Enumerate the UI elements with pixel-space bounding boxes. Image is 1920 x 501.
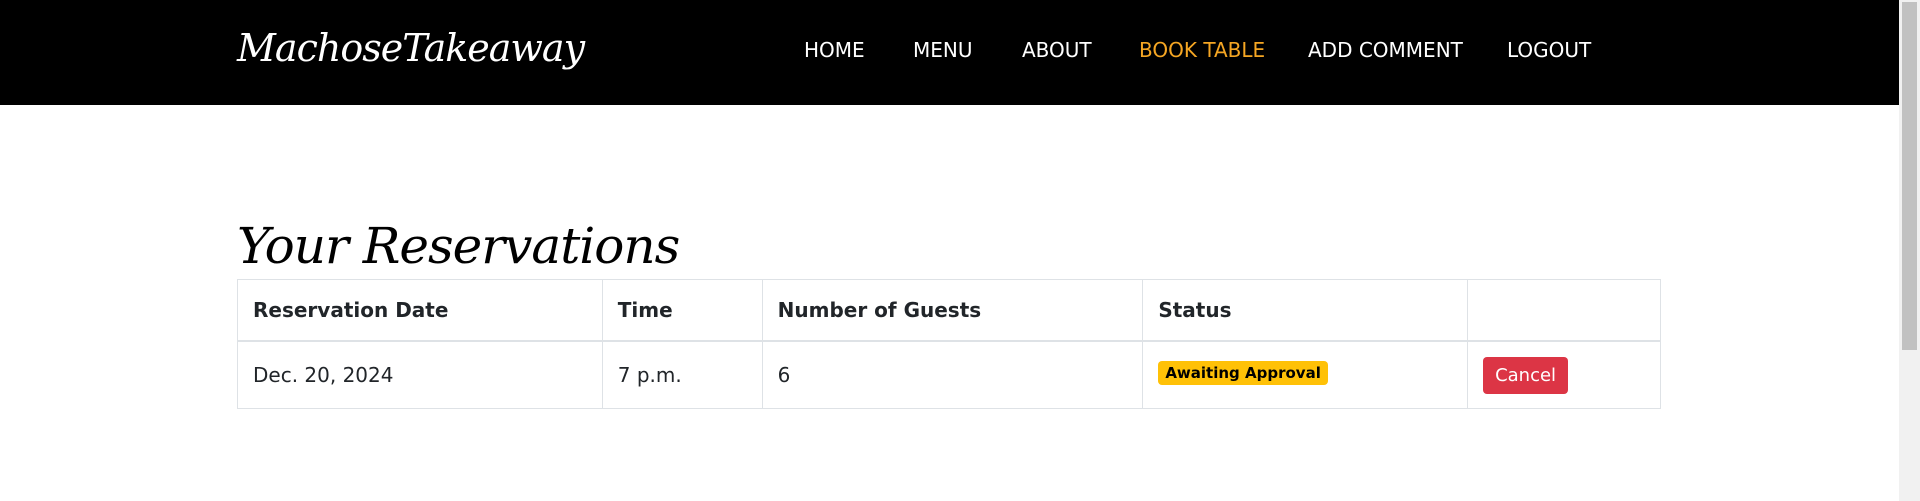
cell-guests: 6 (761, 340, 1144, 409)
cell-reservation-date: Dec. 20, 2024 (237, 340, 603, 409)
cell-time: 7 p.m. (601, 340, 763, 409)
table-header-row: Reservation Date Time Number of Guests S… (237, 279, 1661, 342)
nav-home-link[interactable]: HOME (804, 38, 865, 62)
reservations-table: Reservation Date Time Number of Guests S… (237, 279, 1661, 409)
header-number-of-guests: Number of Guests (761, 279, 1144, 342)
header-status: Status (1142, 279, 1469, 342)
page: MachoseTakeaway HOME MENU ABOUT BOOK TAB… (0, 0, 1920, 501)
table-row: Dec. 20, 2024 7 p.m. 6 Awaiting Approval… (237, 340, 1661, 409)
nav-about-link[interactable]: ABOUT (1022, 38, 1092, 62)
header-time: Time (601, 279, 763, 342)
table-header: Reservation Date Time Number of Guests S… (237, 279, 1661, 342)
brand-logo[interactable]: MachoseTakeaway (237, 26, 585, 70)
table-body: Dec. 20, 2024 7 p.m. 6 Awaiting Approval… (237, 340, 1661, 409)
status-badge: Awaiting Approval (1158, 361, 1328, 385)
header-actions (1467, 279, 1661, 342)
cancel-reservation-button[interactable]: Cancel (1483, 356, 1569, 394)
top-navbar: MachoseTakeaway HOME MENU ABOUT BOOK TAB… (0, 0, 1899, 105)
nav-book-table-link[interactable]: BOOK TABLE (1139, 38, 1265, 62)
cell-actions: Cancel (1467, 340, 1661, 409)
page-scrollbar[interactable] (1899, 0, 1920, 501)
scrollbar-thumb[interactable] (1902, 2, 1917, 350)
page-title: Your Reservations (237, 217, 680, 275)
nav-add-comment-link[interactable]: ADD COMMENT (1308, 38, 1463, 62)
nav-menu-link[interactable]: MENU (913, 38, 973, 62)
nav-logout-link[interactable]: LOGOUT (1507, 38, 1591, 62)
cell-status: Awaiting Approval (1142, 340, 1469, 409)
header-reservation-date: Reservation Date (237, 279, 603, 342)
